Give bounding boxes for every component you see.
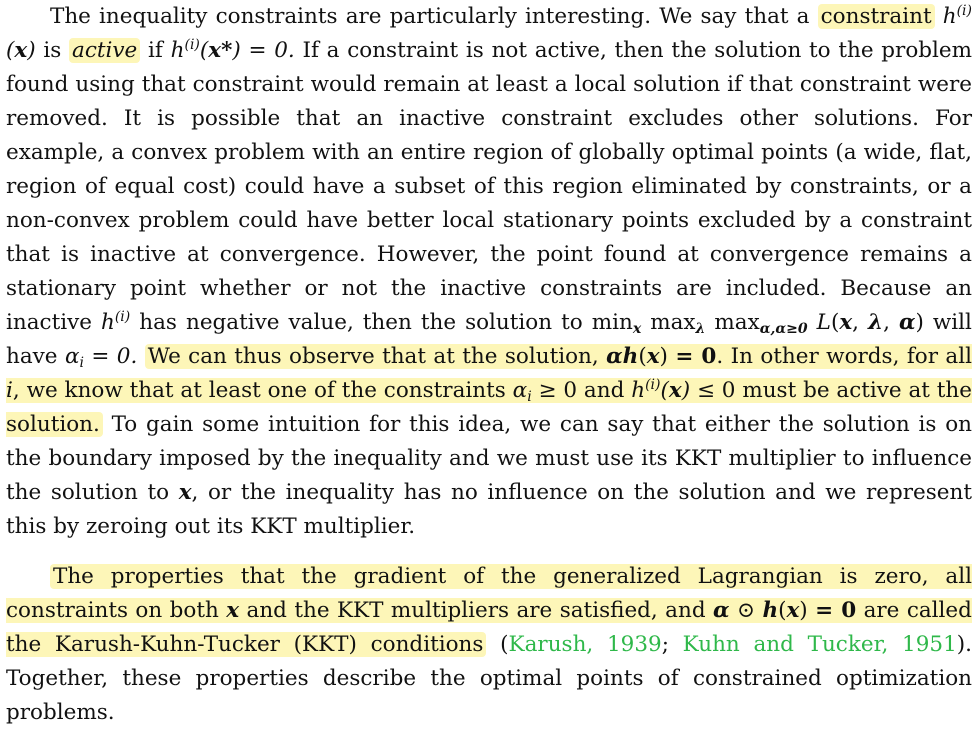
text: The inequality constraints are particula… bbox=[50, 4, 810, 29]
math-x: x bbox=[178, 480, 192, 505]
citation-karush-link[interactable]: Karush, 1939 bbox=[509, 632, 662, 657]
math-active-condition: h(i)(x*) = 0. bbox=[170, 36, 295, 63]
math-alpha-i: αi = 0. bbox=[64, 344, 138, 371]
text: is bbox=[43, 38, 62, 63]
math-minmax: minx maxλ maxα,α≥0 L(x, λ, α) bbox=[591, 310, 924, 337]
page: The inequality constraints are particula… bbox=[6, 0, 972, 730]
math-h-inactive: h(i) bbox=[100, 308, 131, 335]
math-alpha-h: αh bbox=[606, 344, 639, 369]
text: ( bbox=[500, 632, 509, 657]
paragraph-1: The inequality constraints are particula… bbox=[6, 0, 972, 544]
text: If a constraint is not active, then the … bbox=[6, 38, 973, 335]
citation-kuhn-tucker-link[interactable]: Kuhn and Tucker, 1951 bbox=[683, 632, 957, 657]
term-active: active bbox=[69, 38, 141, 63]
highlight-constraint: constraint bbox=[817, 4, 935, 29]
text: has negative value, then the solution to bbox=[139, 310, 583, 335]
text: ; bbox=[661, 632, 683, 657]
paragraph-2: The properties that the gradient of the … bbox=[6, 560, 972, 730]
text: if bbox=[148, 38, 163, 63]
